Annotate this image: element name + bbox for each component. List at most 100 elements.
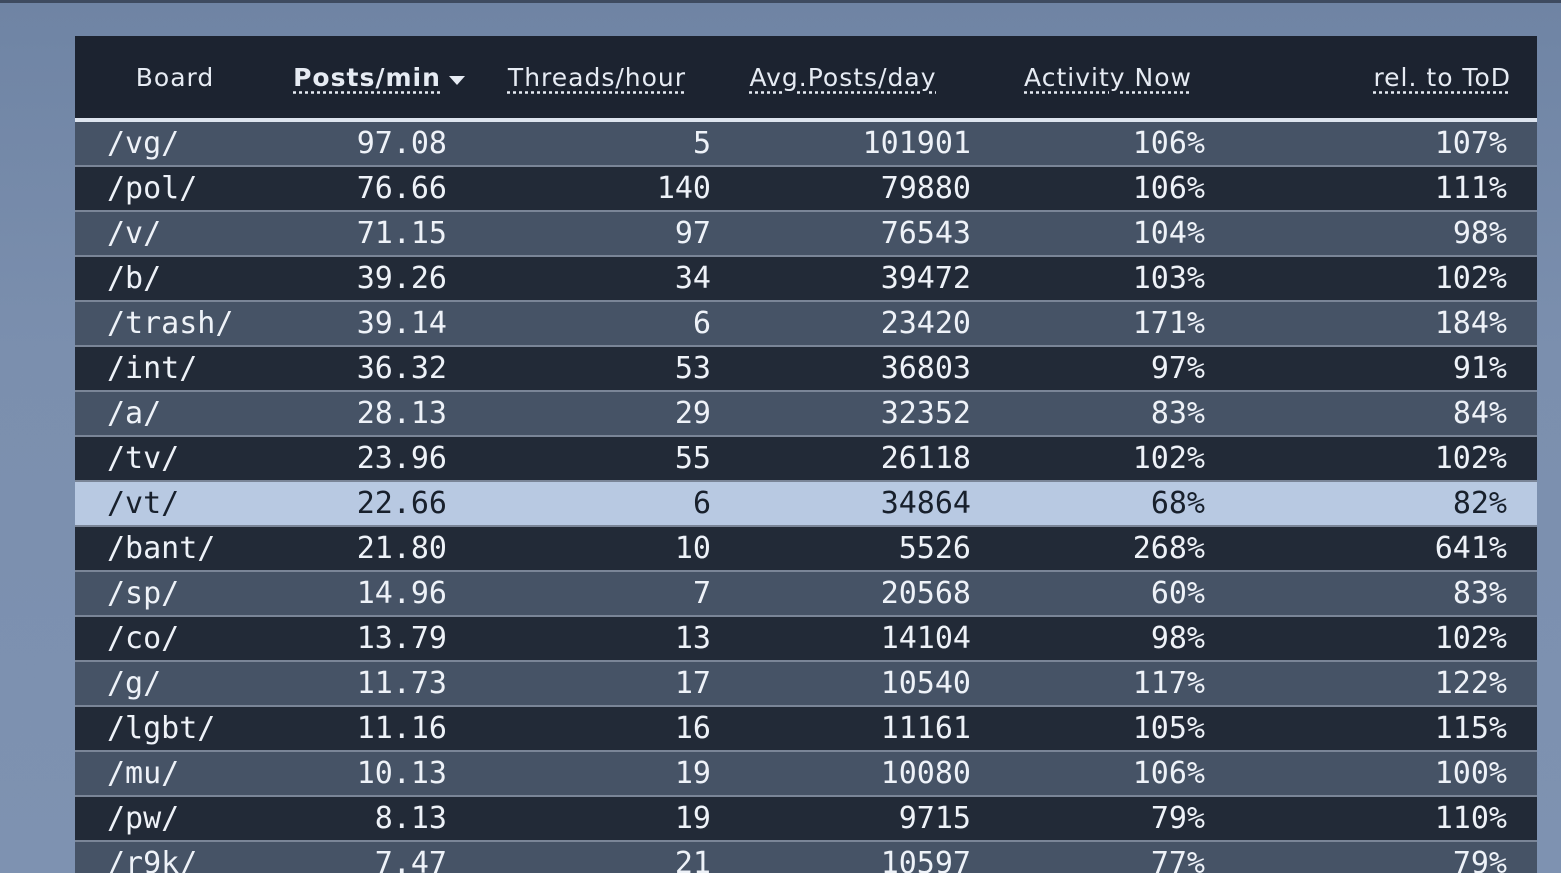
column-header-rel-tod-label[interactable]: rel. to ToD (1373, 63, 1511, 92)
cell-board[interactable]: /b/ (75, 255, 275, 301)
cell-avg-posts-day: 39472 (711, 255, 975, 301)
cell-rel-tod: 115% (1241, 705, 1537, 751)
cell-avg-posts-day: 20568 (711, 570, 975, 616)
table-row[interactable]: /trash/39.14 6 23420 171% 184% (75, 300, 1537, 346)
column-header-board: Board (75, 36, 275, 122)
cell-activity-now: 104% (975, 210, 1241, 256)
cell-threads-hour: 97 (483, 210, 711, 256)
cell-board[interactable]: /lgbt/ (75, 705, 275, 751)
table-row[interactable]: /lgbt/11.16 16 11161 105% 115% (75, 705, 1537, 751)
cell-board[interactable]: /vt/ (75, 480, 275, 526)
caret-down-icon (448, 76, 465, 85)
table-row[interactable]: /tv/23.96 55 26118 102% 102% (75, 435, 1537, 481)
cell-rel-tod: 79% (1241, 840, 1537, 873)
cell-activity-now: 106% (975, 750, 1241, 796)
cell-posts-min: 7.47 (275, 840, 483, 873)
table-row[interactable]: /r9k/7.47 21 10597 77% 79% (75, 840, 1537, 873)
table-row[interactable]: /sp/14.96 7 20568 60% 83% (75, 570, 1537, 616)
cell-activity-now: 77% (975, 840, 1241, 873)
cell-rel-tod: 641% (1241, 525, 1537, 571)
cell-threads-hour: 34 (483, 255, 711, 301)
table-row[interactable]: /v/71.15 97 76543 104% 98% (75, 210, 1537, 256)
cell-board[interactable]: /pol/ (75, 165, 275, 211)
top-border (0, 0, 1561, 3)
table-row[interactable]: /pw/8.13 19 9715 79% 110% (75, 795, 1537, 841)
cell-avg-posts-day: 23420 (711, 300, 975, 346)
cell-rel-tod: 83% (1241, 570, 1537, 616)
cell-board[interactable]: /mu/ (75, 750, 275, 796)
cell-posts-min: 23.96 (275, 435, 483, 481)
table-row[interactable]: /vg/97.08 5 101901 106% 107% (75, 119, 1537, 166)
cell-threads-hour: 16 (483, 705, 711, 751)
cell-threads-hour: 29 (483, 390, 711, 436)
cell-board[interactable]: /g/ (75, 660, 275, 706)
cell-avg-posts-day: 76543 (711, 210, 975, 256)
cell-board[interactable]: /a/ (75, 390, 275, 436)
column-header-posts-min-label[interactable]: Posts/min (293, 63, 441, 92)
cell-activity-now: 106% (975, 119, 1241, 166)
column-header-activity-now[interactable]: Activity Now (975, 36, 1241, 122)
table-header: Board Posts/min Threads/hour Avg.Posts/d… (75, 36, 1537, 122)
cell-threads-hour: 21 (483, 840, 711, 873)
cell-activity-now: 103% (975, 255, 1241, 301)
cell-posts-min: 97.08 (275, 119, 483, 166)
cell-board[interactable]: /tv/ (75, 435, 275, 481)
cell-board[interactable]: /r9k/ (75, 840, 275, 873)
cell-avg-posts-day: 14104 (711, 615, 975, 661)
column-header-rel-tod[interactable]: rel. to ToD (1241, 36, 1537, 122)
column-header-threads-hour[interactable]: Threads/hour (483, 36, 711, 122)
cell-activity-now: 98% (975, 615, 1241, 661)
table-row[interactable]: /bant/21.80 10 5526 268% 641% (75, 525, 1537, 571)
cell-avg-posts-day: 10540 (711, 660, 975, 706)
cell-posts-min: 11.73 (275, 660, 483, 706)
column-header-threads-hour-label[interactable]: Threads/hour (508, 63, 686, 92)
table-row[interactable]: /co/13.79 13 14104 98% 102% (75, 615, 1537, 661)
cell-threads-hour: 10 (483, 525, 711, 571)
cell-board[interactable]: /co/ (75, 615, 275, 661)
cell-activity-now: 60% (975, 570, 1241, 616)
cell-threads-hour: 13 (483, 615, 711, 661)
table-body: /vg/97.08 5 101901 106% 107%/pol/76.66 140 798… (75, 119, 1537, 873)
table-row[interactable]: /b/39.26 34 39472 103% 102% (75, 255, 1537, 301)
cell-board[interactable]: /v/ (75, 210, 275, 256)
cell-posts-min: 10.13 (275, 750, 483, 796)
cell-activity-now: 68% (975, 480, 1241, 526)
cell-avg-posts-day: 32352 (711, 390, 975, 436)
cell-threads-hour: 5 (483, 119, 711, 166)
cell-board[interactable]: /pw/ (75, 795, 275, 841)
table-row[interactable]: /vt/22.66 6 34864 68% 82% (75, 480, 1537, 526)
cell-avg-posts-day: 26118 (711, 435, 975, 481)
cell-avg-posts-day: 10080 (711, 750, 975, 796)
cell-board[interactable]: /trash/ (75, 300, 275, 346)
table-row[interactable]: /a/28.13 29 32352 83% 84% (75, 390, 1537, 436)
cell-threads-hour: 140 (483, 165, 711, 211)
cell-board[interactable]: /int/ (75, 345, 275, 391)
cell-posts-min: 36.32 (275, 345, 483, 391)
cell-board[interactable]: /bant/ (75, 525, 275, 571)
table-row[interactable]: /pol/76.66 140 79880 106% 111% (75, 165, 1537, 211)
cell-posts-min: 39.26 (275, 255, 483, 301)
cell-activity-now: 171% (975, 300, 1241, 346)
cell-board[interactable]: /vg/ (75, 119, 275, 166)
column-header-avg-posts-day[interactable]: Avg.Posts/day (711, 36, 975, 122)
column-header-posts-min[interactable]: Posts/min (275, 36, 483, 122)
cell-rel-tod: 102% (1241, 435, 1537, 481)
table-row[interactable]: /g/11.73 17 10540 117% 122% (75, 660, 1537, 706)
cell-posts-min: 8.13 (275, 795, 483, 841)
table-row[interactable]: /mu/10.13 19 10080 106% 100% (75, 750, 1537, 796)
cell-avg-posts-day: 5526 (711, 525, 975, 571)
cell-rel-tod: 91% (1241, 345, 1537, 391)
cell-rel-tod: 82% (1241, 480, 1537, 526)
table-row[interactable]: /int/36.32 53 36803 97% 91% (75, 345, 1537, 391)
header-row: Board Posts/min Threads/hour Avg.Posts/d… (75, 36, 1537, 122)
cell-rel-tod: 111% (1241, 165, 1537, 211)
column-header-avg-posts-day-label[interactable]: Avg.Posts/day (750, 63, 937, 92)
column-header-activity-now-label[interactable]: Activity Now (1024, 63, 1192, 92)
cell-avg-posts-day: 36803 (711, 345, 975, 391)
cell-avg-posts-day: 34864 (711, 480, 975, 526)
cell-rel-tod: 102% (1241, 255, 1537, 301)
cell-rel-tod: 184% (1241, 300, 1537, 346)
cell-avg-posts-day: 9715 (711, 795, 975, 841)
cell-posts-min: 21.80 (275, 525, 483, 571)
cell-board[interactable]: /sp/ (75, 570, 275, 616)
